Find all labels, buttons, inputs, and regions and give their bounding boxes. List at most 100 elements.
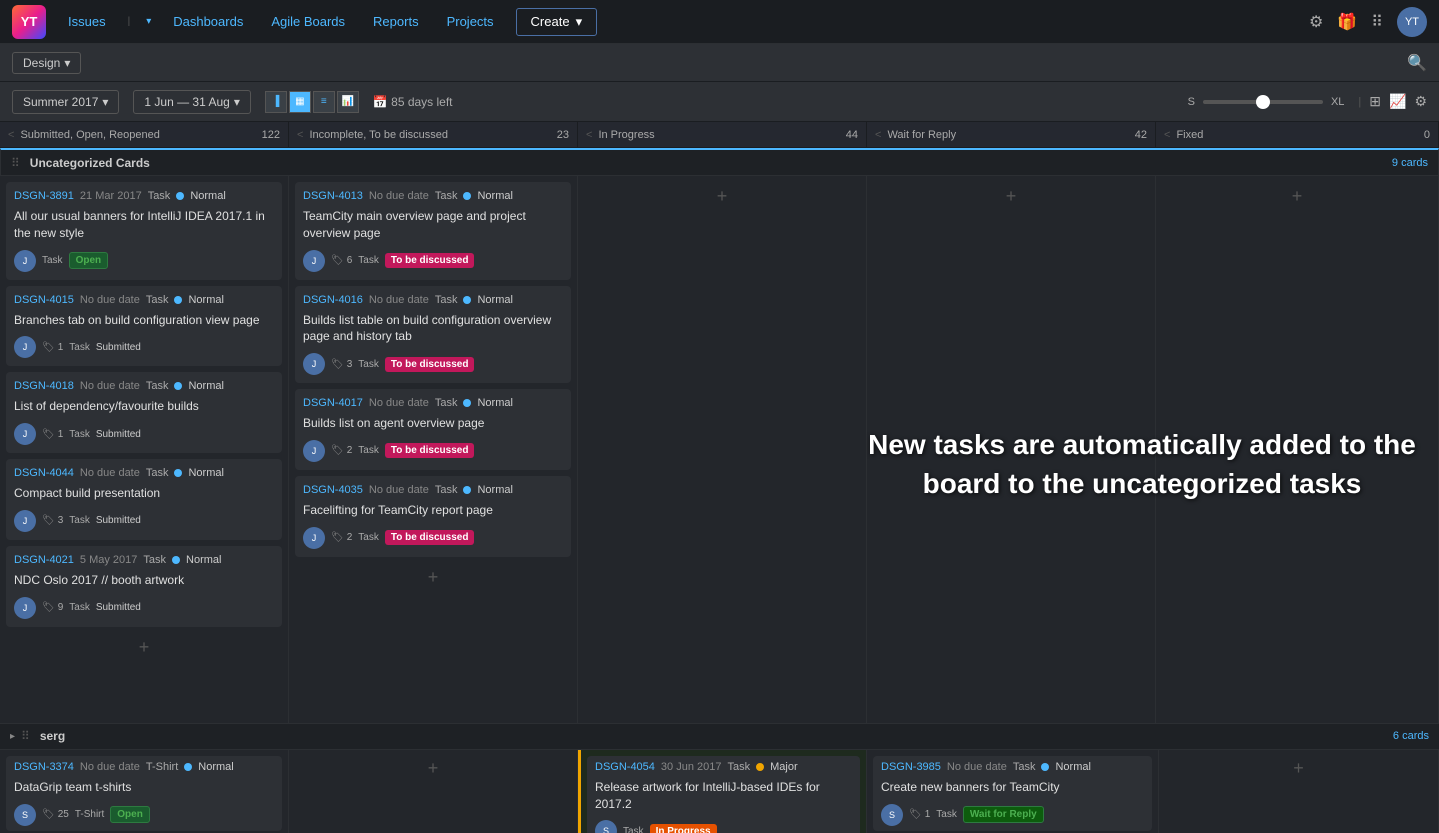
col-header-submitted[interactable]: < Submitted, Open, Reopened 122 <box>0 122 289 147</box>
nav-projects[interactable]: Projects <box>441 10 500 33</box>
col-header-incomplete[interactable]: < Incomplete, To be discussed 23 <box>289 122 578 147</box>
view-icon-bar[interactable]: ▐ <box>265 91 287 113</box>
card-dsgn-4016[interactable]: DSGN-4016 No due date Task Normal Builds… <box>295 286 571 384</box>
add-bottom-incomplete-icon[interactable]: + <box>428 758 439 833</box>
priority-label: Normal <box>477 484 512 496</box>
card-type: Task <box>727 761 750 773</box>
top-navigation: YT Issues | ▾ Dashboards Agile Boards Re… <box>0 0 1439 44</box>
card-header: DSGN-3891 21 Mar 2017 Task Normal <box>14 190 274 202</box>
nav-issues[interactable]: Issues <box>62 10 112 33</box>
card-type-footer: Task <box>69 429 90 440</box>
priority-label: Normal <box>188 294 223 306</box>
add-inprogress-icon[interactable]: + <box>717 186 728 207</box>
user-avatar[interactable]: YT <box>1397 7 1427 37</box>
card-title: DataGrip team t-shirts <box>14 779 274 796</box>
card-avatar: J <box>14 597 36 619</box>
col-header-inprogress[interactable]: < In Progress 44 <box>578 122 867 147</box>
nav-dashboards[interactable]: Dashboards <box>167 10 249 33</box>
card-id[interactable]: DSGN-3891 <box>14 190 74 202</box>
card-dsgn-4044[interactable]: DSGN-4044 No due date Task Normal Compac… <box>6 459 282 540</box>
card-tags: 🏷 6 <box>331 255 352 266</box>
card-dsgn-4018[interactable]: DSGN-4018 No due date Task Normal List o… <box>6 372 282 453</box>
board-col-incomplete: DSGN-4013 No due date Task Normal TeamCi… <box>289 176 578 751</box>
settings-view-icon[interactable]: ⚙ <box>1414 93 1427 110</box>
card-footer: J 🏷 1 Task Submitted <box>14 336 274 358</box>
card-footer: S 🏷 25 T-Shirt Open <box>14 804 274 826</box>
card-id[interactable]: DSGN-4035 <box>303 484 363 496</box>
priority-dot <box>463 486 471 494</box>
add-card-area[interactable]: + <box>6 637 282 658</box>
card-id[interactable]: DSGN-4044 <box>14 467 74 479</box>
card-id[interactable]: DSGN-4016 <box>303 294 363 306</box>
card-id[interactable]: DSGN-4021 <box>14 554 74 566</box>
card-id[interactable]: DSGN-4013 <box>303 190 363 202</box>
add-fixed-icon[interactable]: + <box>1292 186 1303 751</box>
view-icon-list[interactable]: ≡ <box>313 91 335 113</box>
card-status-submitted: Submitted <box>96 602 141 613</box>
card-status-wait: Wait for Reply <box>963 806 1044 823</box>
bottom-swimlane-header[interactable]: ▸ ⠿ serg 6 cards <box>0 724 1439 750</box>
settings-icon[interactable]: ⚙ <box>1309 12 1323 32</box>
card-header: DSGN-4054 30 Jun 2017 Task Major <box>595 761 852 773</box>
swimlane-header-uncategorized[interactable]: ⠿ Uncategorized Cards 9 cards <box>0 148 1439 176</box>
card-dsgn-4054[interactable]: DSGN-4054 30 Jun 2017 Task Major Release… <box>587 756 860 833</box>
app-logo[interactable]: YT <box>12 5 46 39</box>
card-dsgn-3891[interactable]: DSGN-3891 21 Mar 2017 Task Normal All ou… <box>6 182 282 280</box>
card-tags: 🏷 9 <box>42 602 63 613</box>
card-footer: J 🏷 2 Task To be discussed <box>303 440 563 462</box>
card-date: No due date <box>80 467 140 479</box>
card-dsgn-4015[interactable]: DSGN-4015 No due date Task Normal Branch… <box>6 286 282 367</box>
collapse-arrow-icon[interactable]: ▸ <box>10 731 15 742</box>
card-id[interactable]: DSGN-3985 <box>881 761 941 773</box>
days-left-label: 📅 85 days left <box>373 95 453 109</box>
calendar-icon: 📅 <box>373 95 388 109</box>
search-icon[interactable]: 🔍 <box>1407 53 1427 73</box>
card-id[interactable]: DSGN-4015 <box>14 294 74 306</box>
nav-reports[interactable]: Reports <box>367 10 425 33</box>
size-slider-area: S XL | ⊞ 📈 ⚙ <box>1188 93 1427 110</box>
card-dsgn-3985[interactable]: DSGN-3985 No due date Task Normal Create… <box>873 756 1152 831</box>
gift-icon[interactable]: 🎁 <box>1337 12 1357 32</box>
card-dsgn-3374[interactable]: DSGN-3374 No due date T-Shirt Normal Dat… <box>6 756 282 831</box>
card-dsgn-4021[interactable]: DSGN-4021 5 May 2017 Task Normal NDC Osl… <box>6 546 282 627</box>
card-title: Create new banners for TeamCity <box>881 779 1144 796</box>
nav-agile-boards[interactable]: Agile Boards <box>265 10 351 33</box>
add-card-icon[interactable]: + <box>139 637 150 658</box>
card-dsgn-4013[interactable]: DSGN-4013 No due date Task Normal TeamCi… <box>295 182 571 280</box>
project-selector[interactable]: Design ▾ <box>12 52 81 74</box>
card-dsgn-4035[interactable]: DSGN-4035 No due date Task Normal Faceli… <box>295 476 571 557</box>
card-date: No due date <box>80 294 140 306</box>
col-header-fixed[interactable]: < Fixed 0 <box>1156 122 1439 147</box>
date-range-selector[interactable]: 1 Jun — 31 Aug ▾ <box>133 90 250 114</box>
card-type: Task <box>435 294 458 306</box>
create-button[interactable]: Create ▾ <box>516 8 598 36</box>
card-id[interactable]: DSGN-4018 <box>14 380 74 392</box>
card-footer: S 🏷 1 Task Wait for Reply <box>881 804 1144 826</box>
col-header-waitreply[interactable]: < Wait for Reply 42 <box>867 122 1156 147</box>
col-count-inprogress: 44 <box>846 129 858 141</box>
sprint-selector[interactable]: Summer 2017 ▾ <box>12 90 119 114</box>
board-col-fixed: + <box>1156 176 1439 751</box>
add-waitreply-icon[interactable]: + <box>1006 186 1017 751</box>
card-type-footer: Task <box>69 515 90 526</box>
priority-label: Major <box>770 761 798 773</box>
view-icon-chart[interactable]: 📊 <box>337 91 359 113</box>
grid-icon[interactable]: ⠿ <box>1371 12 1383 32</box>
add-bottom-fixed-icon[interactable]: + <box>1293 758 1304 833</box>
add-card-area-2[interactable]: + <box>295 567 571 588</box>
card-id[interactable]: DSGN-4054 <box>595 761 655 773</box>
board-view-icon[interactable]: ⊞ <box>1369 93 1381 110</box>
card-header: DSGN-4018 No due date Task Normal <box>14 380 274 392</box>
view-icon-grid[interactable]: ▦ <box>289 91 311 113</box>
chart-view-icon[interactable]: 📈 <box>1389 93 1406 110</box>
size-slider[interactable] <box>1203 100 1323 104</box>
nav-issues-arrow[interactable]: ▾ <box>146 16 151 27</box>
bottom-swimlane-count: 6 cards <box>1393 730 1429 742</box>
card-avatar: J <box>303 527 325 549</box>
card-status-discussed: To be discussed <box>385 253 475 268</box>
card-dsgn-4017[interactable]: DSGN-4017 No due date Task Normal Builds… <box>295 389 571 470</box>
card-id[interactable]: DSGN-4017 <box>303 397 363 409</box>
card-id[interactable]: DSGN-3374 <box>14 761 74 773</box>
add-card-icon-2[interactable]: + <box>428 567 439 588</box>
card-status-submitted: Submitted <box>96 429 141 440</box>
